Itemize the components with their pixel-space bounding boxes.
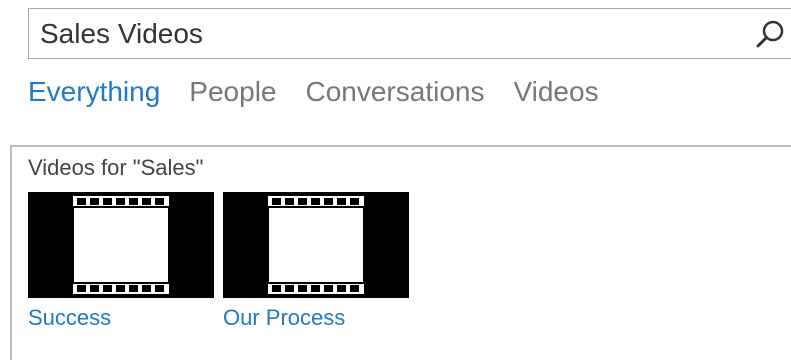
search-box	[28, 8, 791, 59]
section-heading: Videos for "Sales"	[28, 155, 204, 180]
video-results-panel: Videos for "Sales" Success Our Process	[10, 145, 791, 360]
video-title-link[interactable]: Our Process	[223, 305, 411, 331]
video-result-item[interactable]: Our Process	[223, 192, 411, 331]
tab-people[interactable]: People	[189, 73, 276, 111]
search-icon[interactable]	[753, 19, 789, 49]
search-results-page: Everything People Conversations Videos Vide…	[0, 0, 791, 360]
video-result-item[interactable]: Success	[28, 192, 216, 331]
film-strip-icon[interactable]	[223, 192, 411, 298]
search-tabs: Everything People Conversations Videos	[28, 73, 628, 113]
tab-everything[interactable]: Everything	[28, 73, 160, 111]
video-title-link[interactable]: Success	[28, 305, 216, 331]
film-strip-icon[interactable]	[28, 192, 216, 298]
search-input[interactable]	[29, 9, 729, 58]
tab-videos[interactable]: Videos	[513, 73, 598, 111]
tab-conversations[interactable]: Conversations	[305, 73, 484, 111]
